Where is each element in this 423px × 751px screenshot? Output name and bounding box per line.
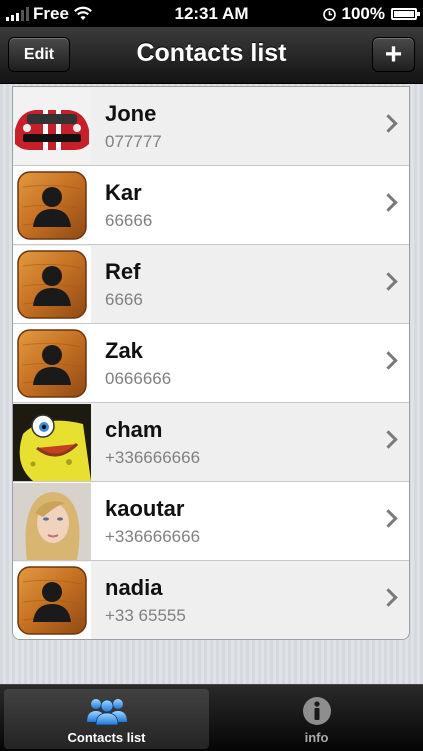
contact-phone: 6666 xyxy=(105,290,143,309)
contact-avatar xyxy=(13,404,91,481)
default-avatar-icon xyxy=(13,325,91,402)
chevron-right-icon xyxy=(379,509,398,528)
default-avatar-icon xyxy=(13,562,91,639)
battery-icon xyxy=(391,8,420,20)
chevron-right-icon xyxy=(379,588,398,607)
contact-name: Ref xyxy=(105,259,141,284)
contact-name: cham xyxy=(105,417,163,442)
chevron-right-icon xyxy=(379,272,398,291)
clock-icon xyxy=(322,7,336,21)
people-icon xyxy=(86,699,127,725)
status-right: 100% xyxy=(322,4,420,24)
contact-phone: 66666 xyxy=(105,211,153,230)
chevron-right-icon xyxy=(379,114,398,133)
default-avatar-icon xyxy=(13,167,91,244)
contact-name: Kar xyxy=(105,180,142,205)
contact-name: nadia xyxy=(105,575,163,600)
navigation-bar: Edit Contacts list + xyxy=(0,27,423,84)
contact-phone: +33 65555 xyxy=(105,606,186,625)
tab-bar: Contacts list info xyxy=(0,684,423,751)
add-contact-button[interactable]: + xyxy=(372,37,415,72)
battery-percent: 100% xyxy=(341,4,385,23)
contact-phone: 077777 xyxy=(105,132,162,151)
tab-info[interactable]: info xyxy=(214,689,419,749)
tab-info-label: info xyxy=(304,730,329,745)
contact-row[interactable]: nadia +33 65555 xyxy=(13,561,409,639)
page-title: Contacts list xyxy=(136,39,287,67)
chevron-right-icon xyxy=(379,351,398,370)
content-area: Jone 077777 Kar 66666 Ref 6666 Zak 0666666 cham +… xyxy=(0,84,423,684)
contact-avatar xyxy=(13,483,91,560)
contact-phone: +336666666 xyxy=(105,527,201,546)
contact-name: Jone xyxy=(105,101,157,126)
contact-phone: +336666666 xyxy=(105,448,201,467)
default-avatar-icon xyxy=(13,246,91,323)
chevron-right-icon xyxy=(379,430,398,449)
contact-phone: 0666666 xyxy=(105,369,172,388)
contact-row[interactable]: Jone 077777 xyxy=(13,87,409,166)
contact-name: kaoutar xyxy=(105,496,185,521)
contact-row[interactable]: Kar 66666 xyxy=(13,166,409,245)
contact-row[interactable]: kaoutar +336666666 xyxy=(13,482,409,561)
contact-row[interactable]: cham +336666666 xyxy=(13,403,409,482)
contact-name: Zak xyxy=(105,338,143,363)
info-icon xyxy=(302,697,331,725)
tab-contacts-label: Contacts list xyxy=(67,730,146,745)
status-bar: Free 12:31 AM 100% xyxy=(0,0,423,27)
chevron-right-icon xyxy=(379,193,398,212)
contact-row[interactable]: Ref 6666 xyxy=(13,245,409,324)
contact-avatar xyxy=(13,88,91,165)
contact-row[interactable]: Zak 0666666 xyxy=(13,324,409,403)
contact-list: Jone 077777 Kar 66666 Ref 6666 Zak 0666666 cham +… xyxy=(12,86,410,640)
tab-contacts-list[interactable]: Contacts list xyxy=(4,689,209,749)
